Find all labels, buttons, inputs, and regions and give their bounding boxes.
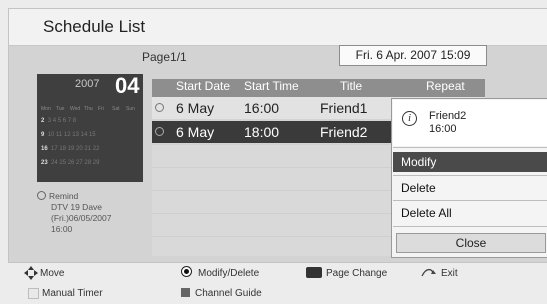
blue-key-icon: [181, 288, 190, 297]
row-start-date: 6 May: [176, 124, 215, 140]
row-title: Friend1: [320, 100, 368, 116]
divider: [393, 147, 547, 148]
remind-label: Remind: [49, 191, 79, 201]
calendar-month: 04: [115, 73, 140, 98]
exit-icon: [421, 268, 436, 277]
divider: [393, 200, 547, 201]
week-number: 16: [41, 146, 48, 152]
week-days: 3 4 5 6 7 8: [47, 118, 77, 124]
remind-time: 16:00: [51, 224, 73, 234]
table-header: Start Date Start Time Title Repeat: [152, 79, 485, 97]
week-days: 24 25 26 27 28 29: [51, 160, 100, 166]
row-start-date: 6 May: [176, 100, 215, 116]
arrow-keys-icon: [24, 266, 38, 280]
divider: [393, 226, 547, 227]
calendar-week: 2 3 4 5 6 7 8: [41, 118, 141, 124]
page-key-icon: [306, 267, 322, 278]
close-button[interactable]: Close: [396, 233, 546, 253]
clock-icon: [37, 191, 46, 200]
yellow-key-icon: [28, 288, 39, 299]
header-bar: Schedule List: [9, 9, 547, 46]
weekday-label: Mon: [41, 106, 51, 112]
calendar-week: 23 24 25 26 27 28 29: [41, 160, 141, 166]
weekday-label: Tue: [56, 106, 65, 112]
weekday-label: Fri: [98, 106, 104, 112]
column-header-repeat: Repeat: [426, 79, 465, 93]
remind-channel: DTV 19 Dave: [51, 202, 103, 212]
calendar-week: 16 17 18 19 20 21 22: [41, 146, 141, 152]
column-header-start-date: Start Date: [176, 79, 231, 93]
calendar-year: 2007: [75, 78, 100, 90]
popup-program-time: 16:00: [429, 123, 457, 135]
column-header-start-time: Start Time: [244, 79, 299, 93]
clock-icon: [155, 127, 164, 136]
weekday-label: Sat: [112, 106, 120, 112]
info-icon: i: [402, 111, 417, 126]
page-indicator: Page1/1: [142, 50, 187, 64]
legend-page-change: Page Change: [326, 268, 388, 279]
page-title: Schedule List: [43, 17, 146, 36]
weekday-label: Wed: [70, 106, 81, 112]
menu-item-modify[interactable]: Modify: [393, 152, 547, 172]
popup-info: i Friend2 16:00: [393, 100, 547, 146]
legend-channel-guide: Channel Guide: [195, 288, 262, 299]
menu-item-delete-all[interactable]: Delete All: [393, 203, 547, 223]
weekday-label: Sun: [126, 106, 135, 112]
divider: [393, 175, 547, 176]
row-title: Friend2: [320, 124, 368, 140]
remind-info: Remind DTV 19 Dave (Fri.)06/05/2007 16:0…: [37, 191, 145, 235]
row-start-time: 16:00: [244, 100, 280, 116]
week-days: 10 11 12 13 14 15: [47, 132, 96, 138]
options-popup: i Friend2 16:00 Modify Delete Delete All…: [391, 98, 547, 258]
legend-manual-timer: Manual Timer: [42, 288, 103, 299]
ok-button-icon: [181, 266, 192, 277]
row-start-time: 18:00: [244, 124, 280, 140]
weekday-label: Thu: [84, 106, 93, 112]
legend-exit: Exit: [441, 268, 458, 279]
current-datetime: Fri. 6 Apr. 2007 15:09: [339, 45, 487, 66]
menu-item-delete[interactable]: Delete: [393, 178, 547, 198]
popup-program-name: Friend2: [429, 110, 467, 122]
calendar-week: 9 10 11 12 13 14 15: [41, 132, 141, 138]
remind-date: (Fri.)06/05/2007: [51, 213, 112, 223]
week-days: 17 18 19 20 21 22: [51, 146, 100, 152]
week-number: 2: [41, 118, 45, 124]
column-header-title: Title: [340, 79, 363, 93]
week-number: 9: [41, 132, 45, 138]
mini-calendar: 2007 04 Mon Tue Wed Thu Fri Sat Sun 2 3 …: [37, 73, 143, 182]
legend-move: Move: [40, 268, 65, 279]
legend-modify-delete: Modify/Delete: [198, 268, 260, 279]
week-number: 23: [41, 160, 48, 166]
schedule-screen: Schedule List Page1/1 Fri. 6 Apr. 2007 1…: [0, 0, 547, 304]
clock-icon: [155, 103, 164, 112]
